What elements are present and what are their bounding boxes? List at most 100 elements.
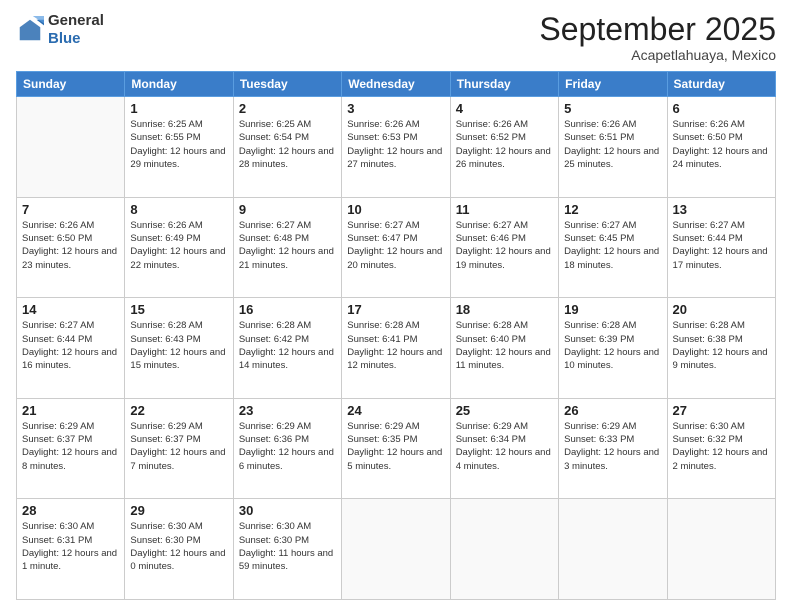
calendar-cell: 14Sunrise: 6:27 AMSunset: 6:44 PMDayligh… [17,298,125,399]
day-info: Sunrise: 6:30 AMSunset: 6:30 PMDaylight:… [130,520,227,573]
day-number: 1 [130,101,227,116]
day-number: 22 [130,403,227,418]
calendar-cell: 26 Sunrise: 6:29 AMSunset: 6:33 PMDayligh… [559,398,667,499]
calendar-cell [342,499,450,600]
calendar-cell [667,499,775,600]
day-info: Sunrise: 6:26 AMSunset: 6:51 PMDaylight:… [564,118,661,171]
day-info: Sunrise: 6:30 AMSunset: 6:32 PMDaylight:… [673,420,770,473]
day-info: Sunrise: 6:28 AMSunset: 6:41 PMDaylight:… [347,319,444,372]
day-info: Sunrise: 6:28 AMSunset: 6:39 PMDaylight:… [564,319,661,372]
day-number: 30 [239,503,336,518]
calendar-cell: 18 Sunrise: 6:28 AMSunset: 6:40 PMDayligh… [450,298,558,399]
day-info: Sunrise: 6:25 AMSunset: 6:55 PMDaylight:… [130,118,227,171]
day-number: 23 [239,403,336,418]
day-number: 7 [22,202,119,217]
calendar-page: General Blue September 2025 Acapetlahuay… [0,0,792,612]
location: Acapetlahuaya, Mexico [539,47,776,63]
calendar-cell: 13Sunrise: 6:27 AMSunset: 6:44 PMDayligh… [667,197,775,298]
weekday-header: Friday [559,72,667,97]
day-info: Sunrise: 6:27 AMSunset: 6:45 PMDaylight:… [564,219,661,272]
day-info: Sunrise: 6:26 AMSunset: 6:53 PMDaylight:… [347,118,444,171]
day-number: 19 [564,302,661,317]
month-title: September 2025 [539,12,776,47]
calendar-week-row: 7 Sunrise: 6:26 AMSunset: 6:50 PMDaylight… [17,197,776,298]
day-number: 28 [22,503,119,518]
day-info: Sunrise: 6:28 AMSunset: 6:43 PMDaylight:… [130,319,227,372]
calendar-cell: 16Sunrise: 6:28 AMSunset: 6:42 PMDayligh… [233,298,341,399]
weekday-header: Tuesday [233,72,341,97]
weekday-header-row: SundayMondayTuesdayWednesdayThursdayFrid… [17,72,776,97]
day-info: Sunrise: 6:26 AMSunset: 6:49 PMDaylight:… [130,219,227,272]
calendar-cell: 25Sunrise: 6:29 AMSunset: 6:34 PMDayligh… [450,398,558,499]
day-number: 21 [22,403,119,418]
calendar-cell: 3 Sunrise: 6:26 AMSunset: 6:53 PMDaylight… [342,97,450,198]
day-info: Sunrise: 6:26 AMSunset: 6:50 PMDaylight:… [22,219,119,272]
calendar-cell: 1 Sunrise: 6:25 AMSunset: 6:55 PMDaylight… [125,97,233,198]
page-header: General Blue September 2025 Acapetlahuay… [16,12,776,63]
day-info: Sunrise: 6:29 AMSunset: 6:37 PMDaylight:… [22,420,119,473]
calendar-week-row: 14Sunrise: 6:27 AMSunset: 6:44 PMDayligh… [17,298,776,399]
calendar-cell: 6 Sunrise: 6:26 AMSunset: 6:50 PMDaylight… [667,97,775,198]
calendar-table: SundayMondayTuesdayWednesdayThursdayFrid… [16,71,776,600]
day-info: Sunrise: 6:28 AMSunset: 6:40 PMDaylight:… [456,319,553,372]
calendar-cell: 20Sunrise: 6:28 AMSunset: 6:38 PMDayligh… [667,298,775,399]
calendar-week-row: 1 Sunrise: 6:25 AMSunset: 6:55 PMDaylight… [17,97,776,198]
logo-text: General Blue [48,12,104,48]
day-number: 17 [347,302,444,317]
day-number: 16 [239,302,336,317]
day-info: Sunrise: 6:29 AMSunset: 6:33 PMDaylight:… [564,420,661,473]
calendar-cell: 24 Sunrise: 6:29 AMSunset: 6:35 PMDayligh… [342,398,450,499]
weekday-header: Monday [125,72,233,97]
logo-icon [16,16,44,44]
day-number: 11 [456,202,553,217]
day-number: 20 [673,302,770,317]
calendar-cell: 11 Sunrise: 6:27 AMSunset: 6:46 PMDayligh… [450,197,558,298]
weekday-header: Sunday [17,72,125,97]
calendar-cell: 7 Sunrise: 6:26 AMSunset: 6:50 PMDaylight… [17,197,125,298]
calendar-cell [450,499,558,600]
calendar-cell: 10Sunrise: 6:27 AMSunset: 6:47 PMDayligh… [342,197,450,298]
day-number: 15 [130,302,227,317]
calendar-week-row: 21 Sunrise: 6:29 AMSunset: 6:37 PMDayligh… [17,398,776,499]
day-info: Sunrise: 6:26 AMSunset: 6:52 PMDaylight:… [456,118,553,171]
day-number: 12 [564,202,661,217]
day-number: 9 [239,202,336,217]
calendar-cell: 9Sunrise: 6:27 AMSunset: 6:48 PMDaylight… [233,197,341,298]
day-info: Sunrise: 6:29 AMSunset: 6:34 PMDaylight:… [456,420,553,473]
calendar-cell: 19 Sunrise: 6:28 AMSunset: 6:39 PMDayligh… [559,298,667,399]
calendar-cell [17,97,125,198]
day-number: 3 [347,101,444,116]
calendar-cell: 2 Sunrise: 6:25 AMSunset: 6:54 PMDaylight… [233,97,341,198]
day-number: 2 [239,101,336,116]
weekday-header: Thursday [450,72,558,97]
day-number: 26 [564,403,661,418]
calendar-week-row: 28 Sunrise: 6:30 AMSunset: 6:31 PMDayligh… [17,499,776,600]
day-info: Sunrise: 6:30 AMSunset: 6:30 PMDaylight:… [239,520,336,573]
calendar-cell: 12 Sunrise: 6:27 AMSunset: 6:45 PMDayligh… [559,197,667,298]
day-info: Sunrise: 6:29 AMSunset: 6:37 PMDaylight:… [130,420,227,473]
day-number: 8 [130,202,227,217]
day-info: Sunrise: 6:27 AMSunset: 6:46 PMDaylight:… [456,219,553,272]
day-number: 14 [22,302,119,317]
day-number: 18 [456,302,553,317]
logo: General Blue [16,12,104,48]
day-number: 27 [673,403,770,418]
day-number: 10 [347,202,444,217]
day-info: Sunrise: 6:29 AMSunset: 6:36 PMDaylight:… [239,420,336,473]
calendar-cell: 4 Sunrise: 6:26 AMSunset: 6:52 PMDaylight… [450,97,558,198]
day-number: 6 [673,101,770,116]
calendar-cell: 17 Sunrise: 6:28 AMSunset: 6:41 PMDayligh… [342,298,450,399]
day-info: Sunrise: 6:25 AMSunset: 6:54 PMDaylight:… [239,118,336,171]
weekday-header: Saturday [667,72,775,97]
day-info: Sunrise: 6:30 AMSunset: 6:31 PMDaylight:… [22,520,119,573]
day-info: Sunrise: 6:26 AMSunset: 6:50 PMDaylight:… [673,118,770,171]
weekday-header: Wednesday [342,72,450,97]
calendar-cell: 21 Sunrise: 6:29 AMSunset: 6:37 PMDayligh… [17,398,125,499]
calendar-cell: 22 Sunrise: 6:29 AMSunset: 6:37 PMDayligh… [125,398,233,499]
calendar-cell: 8 Sunrise: 6:26 AMSunset: 6:49 PMDaylight… [125,197,233,298]
day-info: Sunrise: 6:29 AMSunset: 6:35 PMDaylight:… [347,420,444,473]
day-number: 4 [456,101,553,116]
calendar-cell: 30 Sunrise: 6:30 AMSunset: 6:30 PMDayligh… [233,499,341,600]
day-number: 24 [347,403,444,418]
calendar-cell: 5Sunrise: 6:26 AMSunset: 6:51 PMDaylight… [559,97,667,198]
